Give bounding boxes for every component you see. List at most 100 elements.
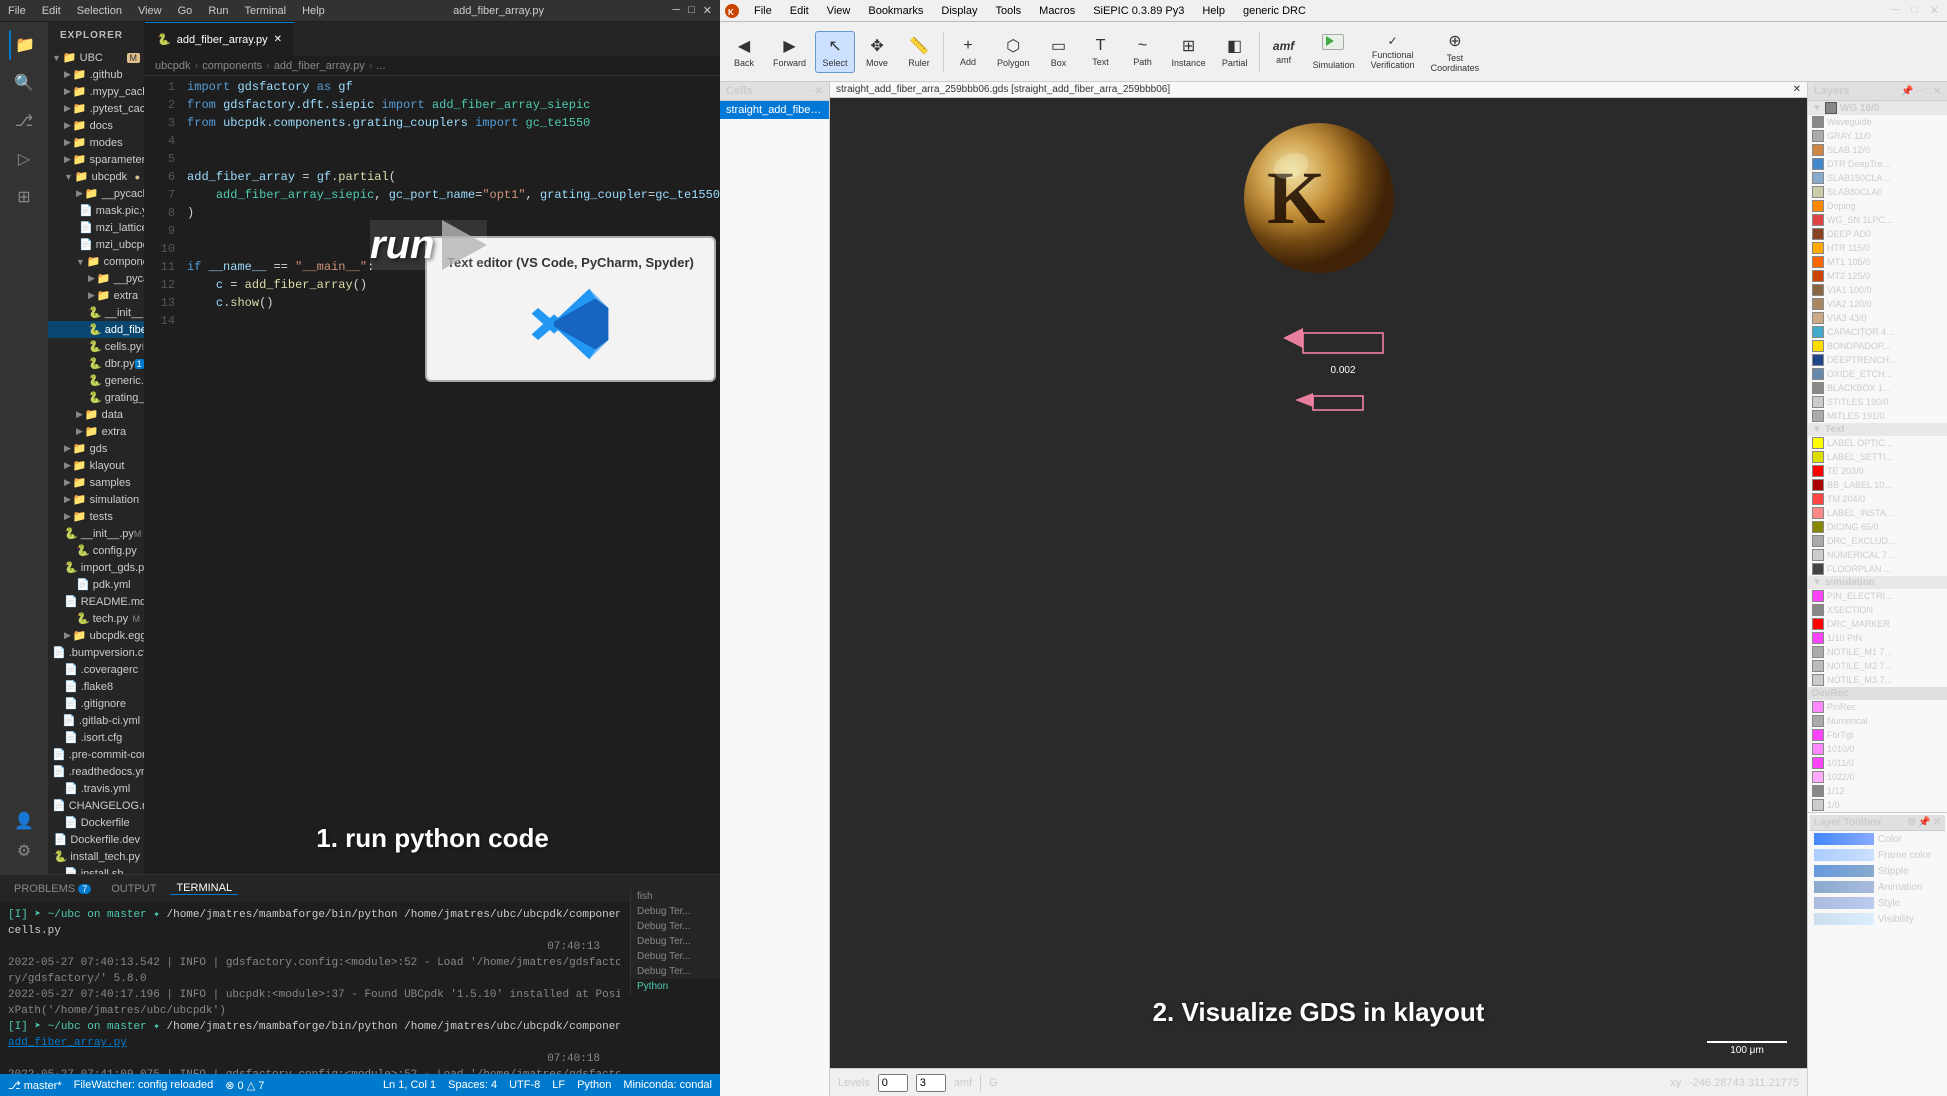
tab-output[interactable]: OUTPUT — [105, 883, 162, 895]
error-count[interactable]: ⊗ 0 △ 7 — [225, 1079, 264, 1092]
activity-git[interactable]: ⎇ — [9, 106, 39, 136]
vscode-menu-run[interactable]: Run — [208, 5, 228, 17]
kl-menu-tools[interactable]: Tools — [987, 3, 1029, 19]
tree-components[interactable]: ▼📁components — [48, 253, 144, 270]
tree-mzi-lattice[interactable]: 📄mzi_lattice_filter.pic.ymlM — [48, 219, 144, 236]
layer-1022[interactable]: 1022/0 — [1808, 770, 1947, 784]
layer-via1[interactable]: VIA1 100/0 — [1808, 283, 1947, 297]
tab-terminal[interactable]: TERMINAL — [170, 882, 238, 895]
tree-config[interactable]: 🐍config.py — [48, 542, 144, 559]
tree-init-py[interactable]: 🐍__init__.py — [48, 304, 144, 321]
vscode-menu-help[interactable]: Help — [302, 5, 325, 17]
layer-1-12[interactable]: 1/12 — [1808, 784, 1947, 798]
close-btn[interactable]: ✕ — [703, 4, 712, 17]
tree-dockerfile-dev[interactable]: 📄Dockerfile.dev — [48, 831, 144, 848]
tree-extra2[interactable]: ▶📁extra — [48, 423, 144, 440]
tree-dockerfile[interactable]: 📄Dockerfile — [48, 814, 144, 831]
tree-simulation[interactable]: ▶📁simulation — [48, 491, 144, 508]
layer-stitles[interactable]: STITLES 190/0 — [1808, 395, 1947, 409]
kl-menu-display[interactable]: Display — [933, 3, 985, 19]
layer-via2[interactable]: VIA2 120/0 — [1808, 297, 1947, 311]
tool-ruler[interactable]: 📏 Ruler — [899, 31, 939, 73]
layer-wg-header[interactable]: ▼ WG 10/0 — [1808, 101, 1947, 115]
toolbox-frame-color[interactable]: Frame color — [1810, 847, 1945, 863]
layer-numerical2[interactable]: Numerical — [1808, 714, 1947, 728]
kl-menu-edit[interactable]: Edit — [782, 3, 817, 19]
session-debug2[interactable]: Debug Ter... — [631, 919, 720, 934]
layers-close[interactable]: ✕ — [1933, 86, 1941, 97]
tool-path[interactable]: ~ Path — [1123, 32, 1163, 72]
layer-bb-label[interactable]: BB_LABEL 10... — [1808, 478, 1947, 492]
tree-modes[interactable]: ▶📁modes — [48, 134, 144, 151]
layer-drc-exclu[interactable]: DRC_EXCLUD... — [1808, 534, 1947, 548]
tool-simulation[interactable]: Simulation — [1306, 29, 1362, 75]
vscode-menu-view[interactable]: View — [138, 5, 162, 17]
tool-functional-verification[interactable]: ✓ FunctionalVerification — [1364, 29, 1422, 75]
toolbox-close[interactable]: ✕ — [1933, 817, 1941, 828]
tree-flake8[interactable]: 📄.flake8 — [48, 678, 144, 695]
tool-move[interactable]: ✥ Move — [857, 31, 897, 73]
tree-install-sh[interactable]: 📄install.sh — [48, 865, 144, 874]
tool-test-coordinates[interactable]: ⊕ TestCoordinates — [1424, 26, 1487, 78]
tree-readthedocs[interactable]: 📄.readthedocs.yml — [48, 763, 144, 780]
tree-dbr[interactable]: 🐍dbr.py1 — [48, 355, 144, 372]
kl-menu-bookmarks[interactable]: Bookmarks — [860, 3, 931, 19]
tree-klayout[interactable]: ▶📁klayout — [48, 457, 144, 474]
minimize-btn[interactable]: ─ — [672, 4, 680, 17]
tree-pycache2[interactable]: ▶📁__pycache__ — [48, 270, 144, 287]
tree-pycache1[interactable]: ▶📁__pycache__ — [48, 185, 144, 202]
tree-grating[interactable]: 🐍grating_couplers.py — [48, 389, 144, 406]
layer-doping[interactable]: Doping — [1808, 199, 1947, 213]
toolbox-settings[interactable]: ⚙ — [1907, 817, 1916, 828]
language[interactable]: Python — [577, 1079, 611, 1091]
cells-collapse[interactable]: ─ — [806, 86, 813, 97]
tree-github[interactable]: ▶📁.github — [48, 66, 144, 83]
tree-gitlab[interactable]: 📄.gitlab-ci.yml — [48, 712, 144, 729]
tree-travis[interactable]: 📄.travis.yml — [48, 780, 144, 797]
layer-mt2[interactable]: MT2 125/0 — [1808, 269, 1947, 283]
layer-devrec-header[interactable]: DevRec — [1808, 687, 1947, 700]
tab-problems[interactable]: PROBLEMS 7 — [8, 883, 97, 895]
tree-mask[interactable]: 📄mask.pic.ymlM — [48, 202, 144, 219]
tree-precommit[interactable]: 📄.pre-commit-config.yaml — [48, 746, 144, 763]
layer-1010[interactable]: 1010/0 — [1808, 742, 1947, 756]
kl-maximize[interactable]: □ — [1907, 4, 1922, 17]
tree-egg-info[interactable]: ▶📁ubcpdk.egg-info — [48, 627, 144, 644]
session-debug1[interactable]: Debug Ter... — [631, 904, 720, 919]
layer-1-10-pin[interactable]: 1/10 PIN — [1808, 631, 1947, 645]
layer-1-0[interactable]: 1/0 — [1808, 798, 1947, 812]
layer-label-insta[interactable]: LABEL_INSTA... — [1808, 506, 1947, 520]
tree-changelog[interactable]: 📄CHANGELOG.md — [48, 797, 144, 814]
toolbox-style[interactable]: Style — [1810, 895, 1945, 911]
layer-te[interactable]: TE 203/0 — [1808, 464, 1947, 478]
maximize-btn[interactable]: □ — [688, 4, 695, 17]
layers-maximize[interactable]: □ — [1925, 86, 1931, 97]
layer-slab[interactable]: SLAB 12/0 — [1808, 143, 1947, 157]
activity-search[interactable]: 🔍 — [9, 68, 39, 98]
layer-tm[interactable]: TM 204/0 — [1808, 492, 1947, 506]
layer-blackbox[interactable]: BLACKBOX 1... — [1808, 381, 1947, 395]
layer-xsection[interactable]: XSECTION — [1808, 603, 1947, 617]
session-fish[interactable]: fish — [631, 889, 720, 904]
layer-slab150[interactable]: SLAB150CLA... — [1808, 171, 1947, 185]
kl-minimize[interactable]: ─ — [1887, 4, 1903, 17]
vscode-menu-selection[interactable]: Selection — [77, 5, 122, 17]
activity-accounts[interactable]: 👤 — [9, 806, 39, 836]
layer-pinrec[interactable]: PinRec — [1808, 700, 1947, 714]
tool-box[interactable]: ▭ Box — [1039, 31, 1079, 73]
layer-waveguide[interactable]: Waveguide — [1808, 115, 1947, 129]
layer-floorplan[interactable]: FLOORPLAN ... — [1808, 562, 1947, 576]
layer-bondpad[interactable]: BONDPADOP... — [1808, 339, 1947, 353]
layer-oxide[interactable]: OXIDE_ETCH... — [1808, 367, 1947, 381]
tree-ubcpdk[interactable]: ▼📁ubcpdk ● — [48, 168, 144, 185]
layer-fbrtgt[interactable]: FbrTgt — [1808, 728, 1947, 742]
layer-slab80[interactable]: SLAB80CLA0 — [1808, 185, 1947, 199]
tree-bumpversion[interactable]: 📄.bumpversion.cfg — [48, 644, 144, 661]
layer-capacitor[interactable]: CAPACITOR 4... — [1808, 325, 1947, 339]
layer-simulation-header[interactable]: ▼ simulation — [1808, 576, 1947, 589]
cells-close[interactable]: ✕ — [815, 86, 823, 97]
layer-htr[interactable]: HTR 115/0 — [1808, 241, 1947, 255]
layers-pin[interactable]: 📌 — [1901, 86, 1913, 97]
tree-pdk-yml[interactable]: 📄pdk.yml — [48, 576, 144, 593]
layer-notile-m3[interactable]: NOTILE_M3 7... — [1808, 673, 1947, 687]
